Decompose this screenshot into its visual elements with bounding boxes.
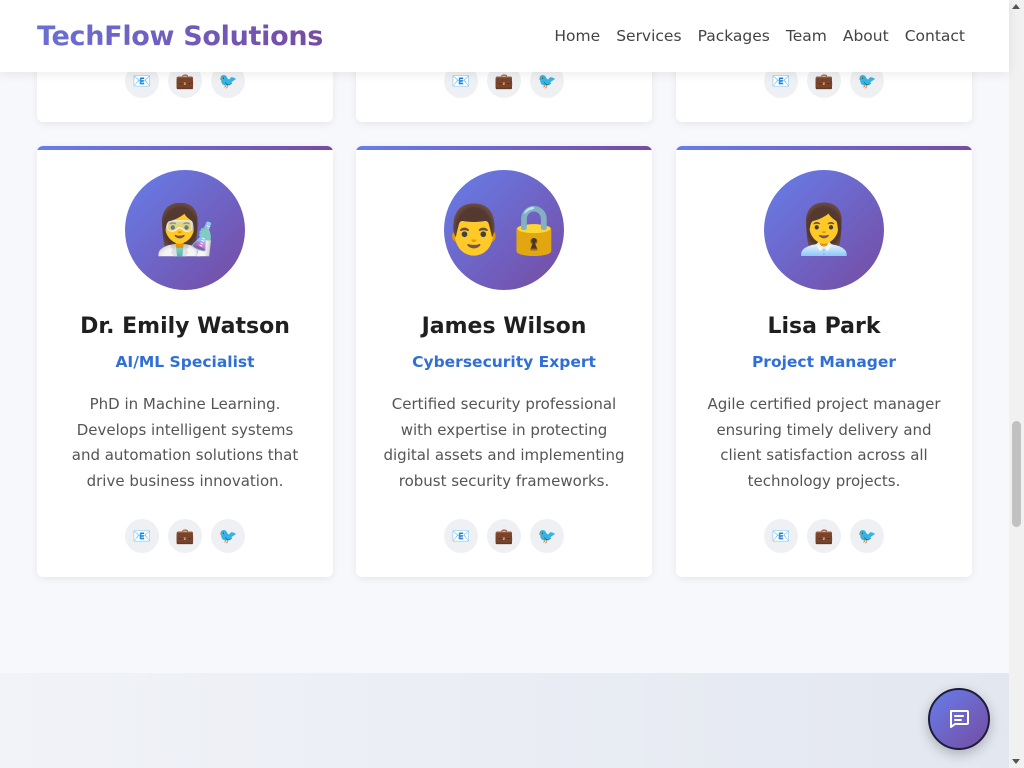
security-avatar-icon: 👨🔒 bbox=[444, 170, 564, 290]
bird-icon[interactable]: 🐦 bbox=[850, 519, 884, 553]
team-card: 👨🔒 James Wilson Cybersecurity Expert Cer… bbox=[356, 146, 652, 577]
chat-icon bbox=[950, 710, 969, 728]
nav-packages[interactable]: Packages bbox=[698, 27, 770, 45]
member-role: AI/ML Specialist bbox=[115, 353, 255, 371]
bird-icon[interactable]: 🐦 bbox=[530, 519, 564, 553]
member-name: Lisa Park bbox=[767, 314, 881, 339]
briefcase-icon[interactable]: 💼 bbox=[807, 519, 841, 553]
member-bio: PhD in Machine Learning. Develops intell… bbox=[71, 395, 299, 490]
briefcase-icon[interactable]: 💼 bbox=[487, 519, 521, 553]
nav-contact[interactable]: Contact bbox=[905, 27, 965, 45]
member-bio: Agile certified project manager ensuring… bbox=[707, 395, 941, 490]
next-section-band bbox=[0, 673, 1009, 768]
member-name: Dr. Emily Watson bbox=[80, 314, 290, 339]
scrollbar-thumb[interactable] bbox=[1012, 421, 1021, 527]
nav-team[interactable]: Team bbox=[786, 27, 827, 45]
briefcase-icon[interactable]: 💼 bbox=[168, 519, 202, 553]
email-icon[interactable]: 📧 bbox=[444, 519, 478, 553]
scroll-up-icon[interactable] bbox=[1012, 4, 1020, 9]
scientist-avatar-icon: 👩‍🔬 bbox=[125, 170, 245, 290]
nav-about[interactable]: About bbox=[843, 27, 889, 45]
nav-home[interactable]: Home bbox=[554, 27, 600, 45]
nav-services[interactable]: Services bbox=[616, 27, 681, 45]
team-card: 👩‍💼 Lisa Park Project Manager Agile cert… bbox=[676, 146, 972, 577]
site-header: TechFlow Solutions Home Services Package… bbox=[0, 0, 1009, 72]
main-nav: Home Services Packages Team About Contac… bbox=[554, 27, 965, 45]
email-icon[interactable]: 📧 bbox=[125, 519, 159, 553]
social-links: 📧 💼 🐦 bbox=[356, 519, 652, 553]
member-role: Cybersecurity Expert bbox=[412, 353, 596, 371]
team-card: 👩‍🔬 Dr. Emily Watson AI/ML Specialist Ph… bbox=[37, 146, 333, 577]
manager-avatar-icon: 👩‍💼 bbox=[764, 170, 884, 290]
member-name: James Wilson bbox=[421, 314, 587, 339]
page-scrollbar[interactable] bbox=[1009, 0, 1024, 768]
bird-icon[interactable]: 🐦 bbox=[211, 519, 245, 553]
social-links: 📧 💼 🐦 bbox=[37, 519, 333, 553]
member-bio: Certified security professional with exp… bbox=[383, 395, 625, 490]
member-role: Project Manager bbox=[751, 353, 897, 371]
social-links: 📧 💼 🐦 bbox=[676, 519, 972, 553]
chat-button[interactable] bbox=[928, 688, 990, 750]
scroll-down-icon[interactable] bbox=[1012, 759, 1020, 764]
site-logo[interactable]: TechFlow Solutions bbox=[37, 21, 323, 52]
email-icon[interactable]: 📧 bbox=[764, 519, 798, 553]
